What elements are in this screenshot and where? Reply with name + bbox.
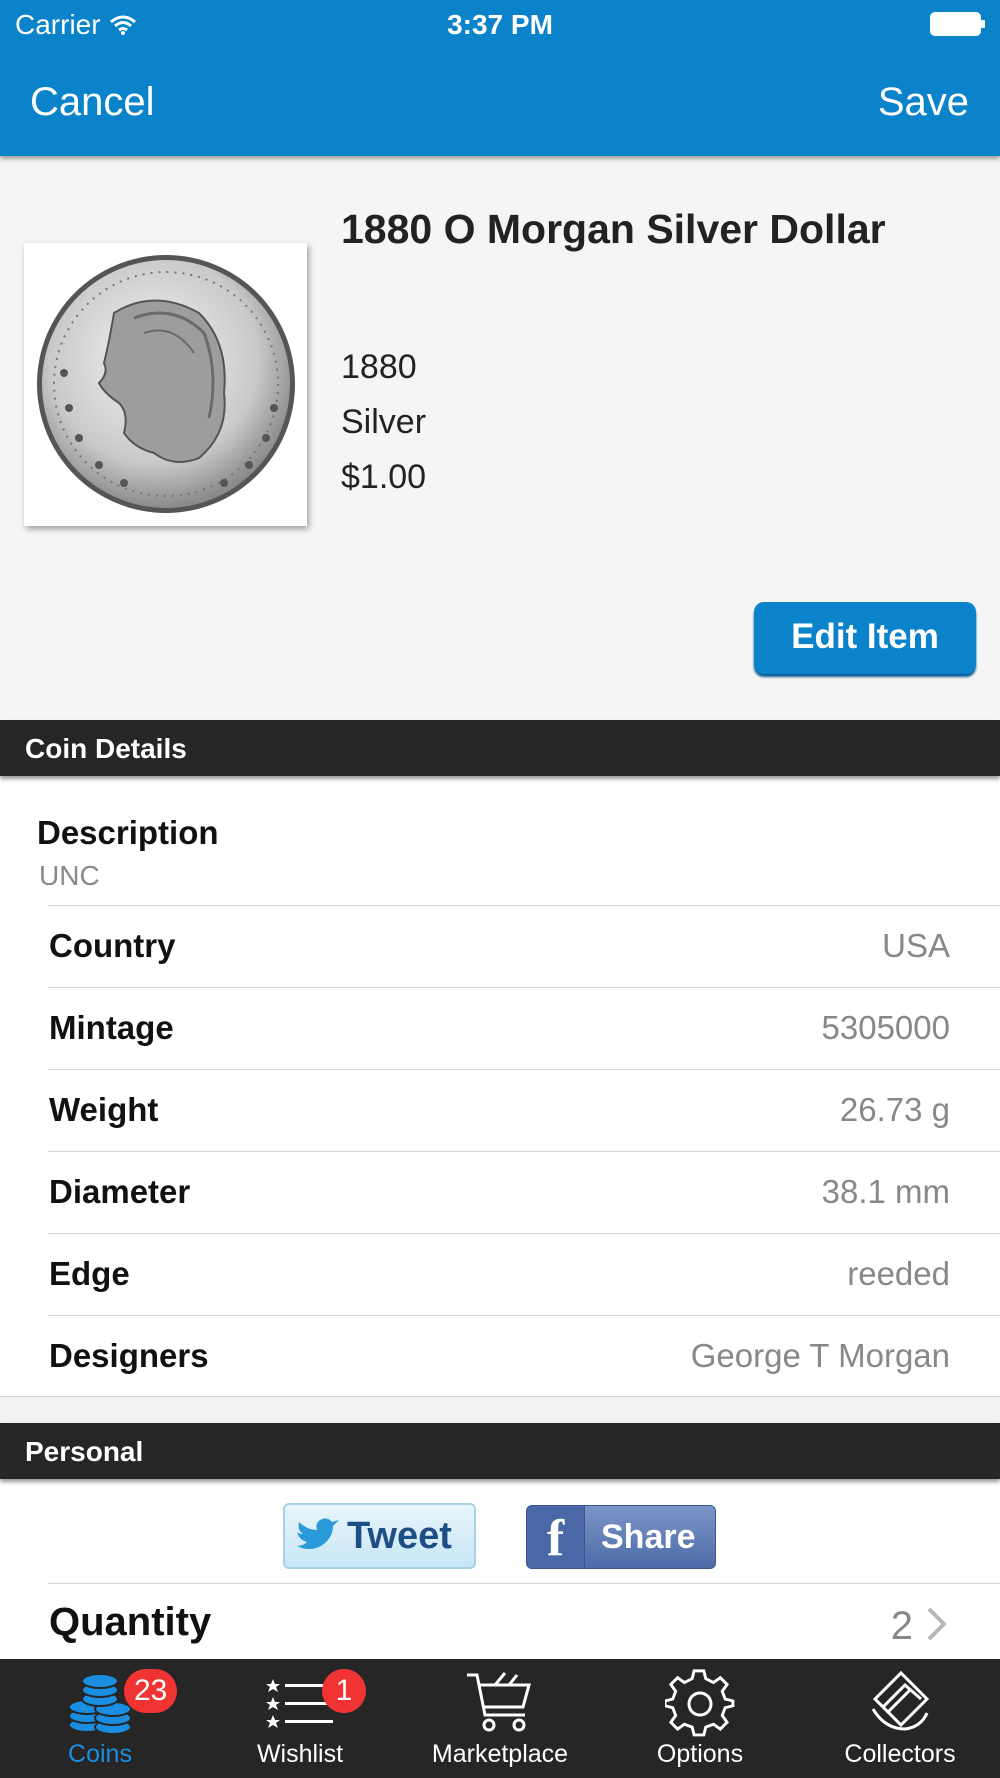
morgan-dollar-coin-image bbox=[37, 255, 295, 513]
detail-value: reeded bbox=[847, 1255, 950, 1292]
tweet-label: Tweet bbox=[347, 1514, 452, 1557]
tab-label: Options bbox=[656, 1740, 744, 1768]
tab-options[interactable]: Options bbox=[600, 1659, 800, 1778]
quantity-label: Quantity bbox=[49, 1600, 212, 1644]
tab-coins[interactable]: 23 Coins bbox=[0, 1659, 200, 1778]
facebook-icon: f bbox=[527, 1506, 585, 1568]
detail-value: 38.1 mm bbox=[821, 1173, 950, 1210]
wishlist-badge: 1 bbox=[322, 1669, 366, 1713]
coin-stack-icon bbox=[68, 1673, 132, 1735]
tab-label: Marketplace bbox=[431, 1740, 569, 1768]
row-divider bbox=[48, 987, 1000, 988]
status-time: 3:37 PM bbox=[447, 9, 553, 40]
detail-row-weight[interactable]: Weight 26.73 g bbox=[0, 1069, 1000, 1151]
row-divider bbox=[48, 1069, 1000, 1070]
coin-face-value: $1.00 bbox=[341, 458, 427, 496]
section-header-personal: Personal bbox=[0, 1423, 1000, 1479]
collectors-icon bbox=[871, 1670, 930, 1731]
tab-label: Collectors bbox=[844, 1740, 956, 1768]
row-divider bbox=[48, 1233, 1000, 1234]
detail-row-diameter[interactable]: Diameter 38.1 mm bbox=[0, 1151, 1000, 1233]
detail-row-edge[interactable]: Edge reeded bbox=[0, 1233, 1000, 1315]
tab-marketplace[interactable]: Marketplace bbox=[400, 1659, 600, 1778]
tab-label: Wishlist bbox=[256, 1740, 344, 1768]
tweet-button[interactable]: Tweet bbox=[283, 1503, 476, 1569]
cancel-button[interactable]: Cancel bbox=[30, 80, 155, 125]
quantity-value: 2 bbox=[890, 1604, 913, 1648]
facebook-share-button[interactable]: f Share bbox=[526, 1505, 716, 1569]
row-divider bbox=[48, 1315, 1000, 1316]
coin-summary: 1880 O Morgan Silver Dollar 1880 Silver … bbox=[0, 156, 1000, 720]
detail-key: Edge bbox=[49, 1255, 130, 1292]
coin-year: 1880 bbox=[341, 348, 417, 386]
personal-section: Tweet f Share Quantity 2 bbox=[0, 1479, 1000, 1659]
tab-collectors[interactable]: Collectors bbox=[800, 1659, 1000, 1778]
detail-key: Mintage bbox=[49, 1009, 174, 1046]
coin-composition: Silver bbox=[341, 403, 427, 441]
coin-image[interactable] bbox=[24, 243, 307, 526]
detail-key: Weight bbox=[49, 1091, 159, 1128]
description-value: UNC bbox=[39, 860, 100, 891]
detail-value: 26.73 g bbox=[839, 1091, 950, 1128]
coins-badge: 23 bbox=[124, 1669, 178, 1713]
section-gap bbox=[0, 1397, 1000, 1423]
detail-value: George T Morgan bbox=[690, 1337, 950, 1374]
row-divider bbox=[48, 1151, 1000, 1152]
quantity-row[interactable]: Quantity 2 bbox=[0, 1584, 1000, 1664]
share-label: Share bbox=[601, 1518, 696, 1556]
detail-key: Country bbox=[49, 927, 176, 964]
navigation-bar: Cancel Save bbox=[0, 50, 1000, 156]
detail-key: Diameter bbox=[49, 1173, 191, 1210]
cart-icon bbox=[467, 1672, 531, 1732]
tab-label: Coins bbox=[68, 1740, 132, 1768]
battery-icon bbox=[930, 12, 985, 36]
row-divider bbox=[48, 905, 1000, 906]
tab-wishlist[interactable]: 1 Wishlist bbox=[200, 1659, 400, 1778]
detail-value: USA bbox=[882, 927, 950, 964]
description-label: Description bbox=[37, 814, 219, 851]
twitter-bird-icon bbox=[297, 1518, 339, 1549]
detail-row-mintage[interactable]: Mintage 5305000 bbox=[0, 987, 1000, 1069]
detail-row-country[interactable]: Country USA bbox=[0, 905, 1000, 987]
detail-key: Designers bbox=[49, 1337, 209, 1374]
tab-bar: 23 Coins 1 Wishlist Marketplace Options … bbox=[0, 1659, 1000, 1778]
save-button[interactable]: Save bbox=[878, 80, 969, 125]
chevron-right-icon bbox=[927, 1607, 947, 1641]
status-bar: Carrier 3:37 PM bbox=[0, 0, 1000, 50]
description-row[interactable]: Description UNC bbox=[0, 776, 1000, 906]
coin-title: 1880 O Morgan Silver Dollar bbox=[341, 206, 886, 252]
detail-value: 5305000 bbox=[821, 1009, 950, 1046]
section-header-coin-details: Coin Details bbox=[0, 720, 1000, 776]
edit-item-button[interactable]: Edit Item bbox=[754, 602, 976, 674]
gear-icon bbox=[665, 1669, 735, 1737]
detail-row-designers[interactable]: Designers George T Morgan bbox=[0, 1315, 1000, 1397]
